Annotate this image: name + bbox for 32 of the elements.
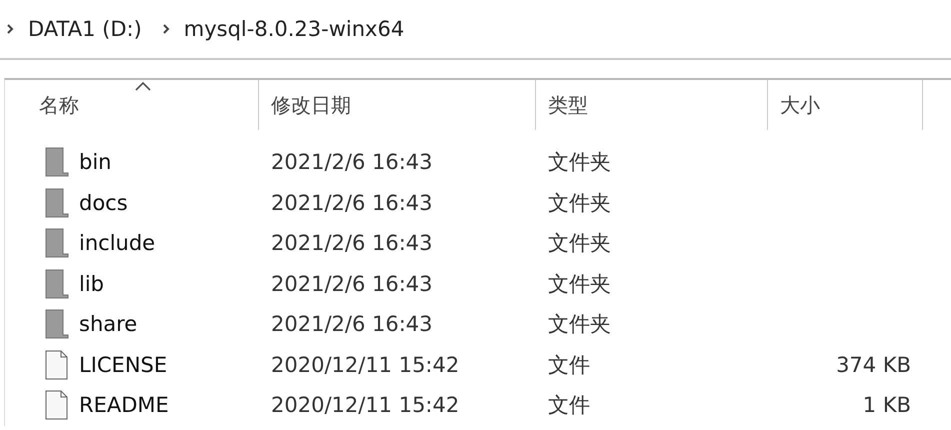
sort-ascending-icon — [135, 82, 151, 91]
type-cell-text: 文件 — [548, 392, 590, 420]
file-name[interactable]: include — [79, 231, 156, 256]
chevron-icon[interactable] — [162, 23, 170, 35]
column-header[interactable]: 类型 — [536, 80, 768, 130]
chevron-icon[interactable] — [6, 23, 14, 35]
date-cell: 2021/2/6 16:43 — [271, 312, 433, 336]
column-header[interactable]: 大小 — [768, 80, 923, 130]
file-name[interactable]: lib — [79, 272, 104, 296]
type-cell-text: 文件夹 — [548, 149, 611, 176]
file-name[interactable]: bin — [79, 150, 112, 174]
size-cell: 374 KB — [836, 352, 911, 377]
type-cell-text: 文件夹 — [548, 270, 611, 298]
breadcrumb-item[interactable]: DATA1 (D:) — [28, 17, 142, 41]
date-cell: 2020/12/11 15:42 — [271, 393, 460, 418]
date-cell: 2021/2/6 16:43 — [271, 231, 433, 256]
column-header[interactable]: 名称 — [5, 80, 259, 130]
date-cell: 2021/2/6 16:43 — [271, 190, 433, 215]
type-cell-text: 文件夹 — [548, 311, 611, 338]
breadcrumb-item[interactable]: mysql-8.0.23-winx64 — [184, 17, 404, 41]
type-cell-text: 文件夹 — [548, 230, 611, 258]
date-cell: 2020/12/11 15:42 — [271, 352, 460, 377]
date-cell: 2021/2/6 16:43 — [271, 272, 433, 296]
file-name[interactable]: README — [79, 393, 169, 418]
file-name[interactable]: share — [79, 312, 138, 336]
column-header[interactable]: 修改日期 — [259, 80, 536, 130]
size-cell: 1 KB — [862, 393, 911, 418]
date-cell: 2021/2/6 16:43 — [271, 150, 433, 174]
file-name[interactable]: LICENSE — [79, 352, 168, 377]
file-name[interactable]: docs — [79, 190, 128, 215]
type-cell-text: 文件夹 — [548, 190, 611, 217]
type-cell-text: 文件 — [548, 352, 590, 379]
